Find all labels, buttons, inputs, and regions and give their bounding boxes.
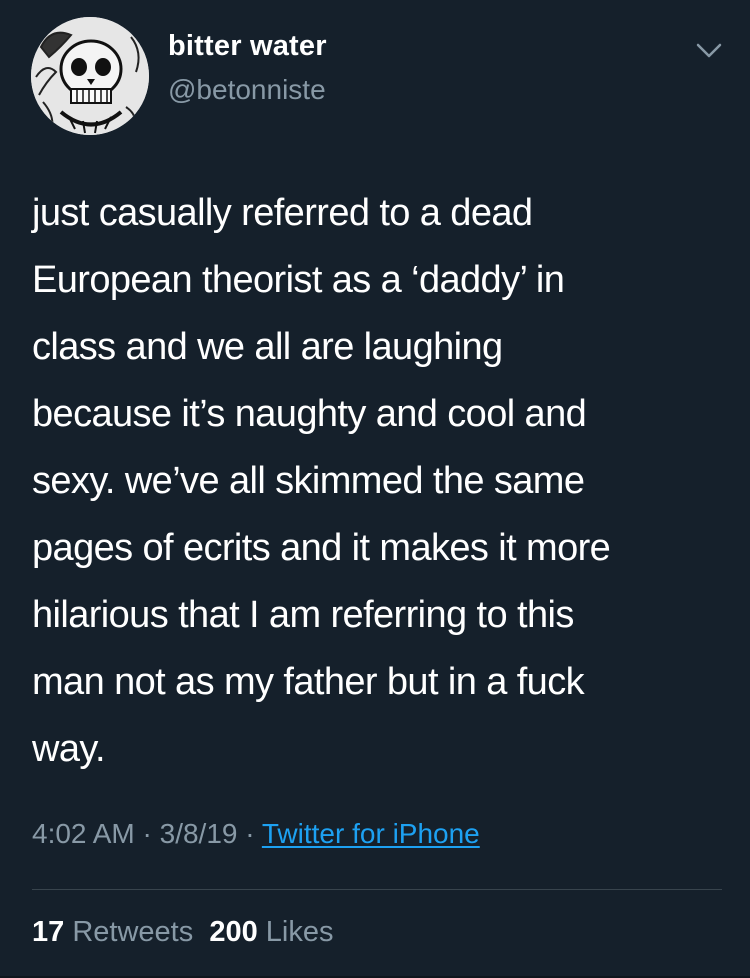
retweets-stat[interactable]: 17 Retweets [32, 916, 193, 948]
tweet-source-link[interactable]: Twitter for iPhone [262, 818, 480, 849]
likes-count: 200 [209, 916, 258, 948]
meta-separator: · [237, 818, 262, 849]
retweets-label: Retweets [72, 916, 194, 948]
retweets-count: 17 [32, 916, 65, 948]
likes-stat[interactable]: 200 Likes [209, 916, 333, 948]
tweet-stats: 17 Retweets 200 Likes [32, 916, 334, 949]
chevron-down-icon[interactable] [694, 40, 724, 62]
tweet-time: 4:02 AM [32, 818, 135, 849]
author-display-name[interactable]: bitter water [168, 30, 327, 63]
divider [32, 889, 722, 890]
author-handle[interactable]: @betonniste [168, 74, 326, 106]
likes-label: Likes [265, 916, 334, 948]
tweet-text: just casually referred to a dead Europea… [32, 192, 611, 770]
avatar[interactable] [31, 17, 149, 135]
skull-avatar-image [31, 17, 149, 135]
tweet-date: 3/8/19 [159, 818, 238, 849]
meta-separator: · [134, 818, 160, 849]
tweet-meta: 4:02 AM · 3/8/19 · Twitter for iPhone [32, 818, 480, 850]
